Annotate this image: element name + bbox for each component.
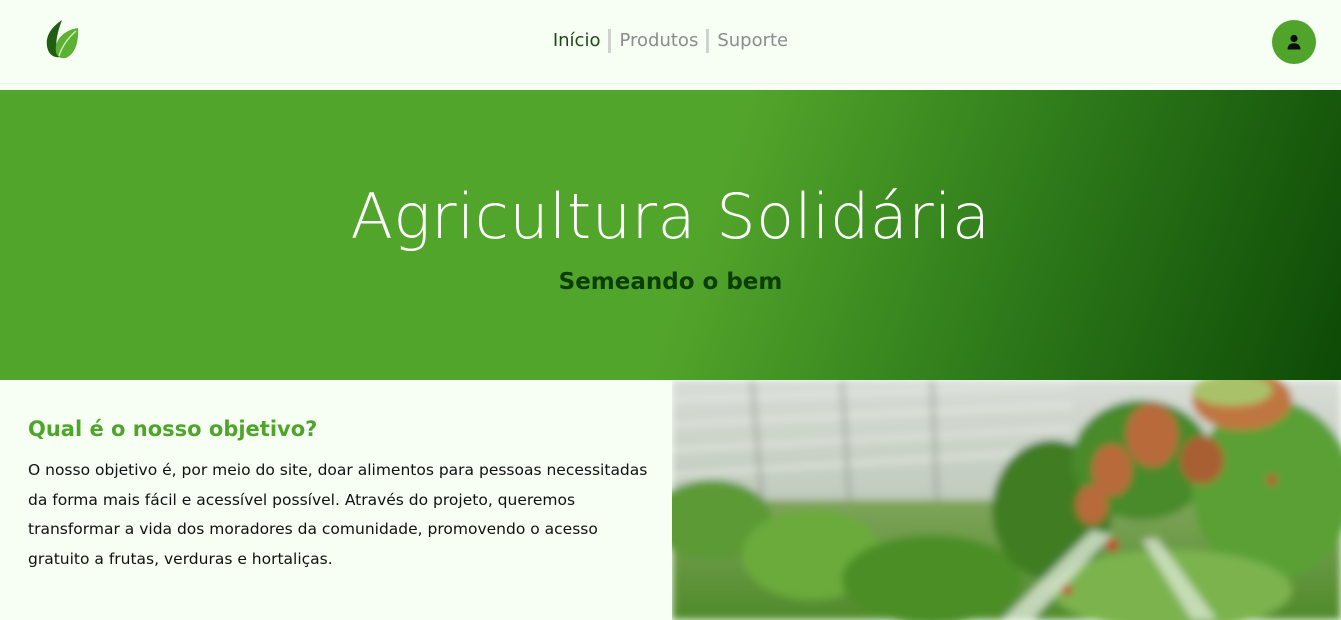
objective-section: Qual é o nosso objetivo? O nosso objetiv… bbox=[0, 380, 672, 620]
site-header: Início Produtos Suporte bbox=[0, 0, 1341, 84]
user-icon bbox=[1287, 34, 1301, 50]
nav-item-inicio[interactable]: Início bbox=[545, 28, 609, 54]
hero-banner: Agricultura Solidária Semeando o bem bbox=[0, 90, 1341, 380]
main-nav: Início Produtos Suporte bbox=[0, 28, 1341, 54]
hero-title: Agricultura Solidária bbox=[350, 180, 991, 253]
user-account-button[interactable] bbox=[1272, 20, 1316, 64]
objective-text: O nosso objetivo é, por meio do site, do… bbox=[28, 461, 648, 568]
greenhouse-photo bbox=[672, 380, 1341, 620]
nav-item-produtos[interactable]: Produtos bbox=[611, 28, 706, 54]
nav-item-suporte[interactable]: Suporte bbox=[709, 28, 796, 54]
hero-subtitle: Semeando o bem bbox=[558, 269, 783, 295]
objective-title: Qual é o nosso objetivo? bbox=[28, 417, 318, 441]
